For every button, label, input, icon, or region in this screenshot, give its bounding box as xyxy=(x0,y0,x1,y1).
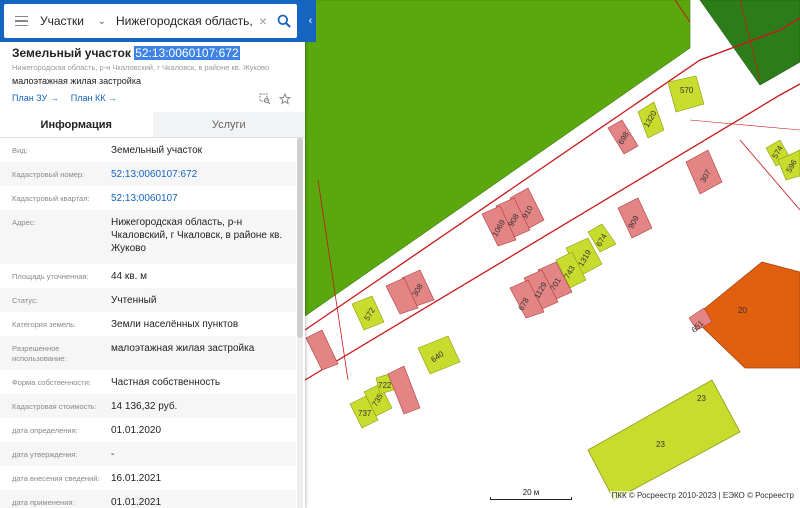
info-panel: Участки ⌄ × ‹ Земельный участок 52:13:00… xyxy=(0,0,316,508)
info-row: Кадастровый номер: 52:13:0060107:672 xyxy=(0,162,296,186)
scrollbar-thumb[interactable] xyxy=(297,138,303,338)
object-type-title: Земельный участок xyxy=(12,46,131,60)
collapse-panel-button[interactable]: ‹ xyxy=(305,0,316,42)
search-box: Участки ⌄ × xyxy=(4,4,297,38)
cadastral-number-highlight[interactable]: 52:13:0060107:672 xyxy=(134,46,240,60)
info-value: 44 кв. м xyxy=(111,271,148,282)
info-label: Площадь уточненная: xyxy=(12,272,89,281)
info-value: Нижегородская область, р-н Чкаловский, г… xyxy=(111,217,283,254)
info-label: Кадастровая стоимость: xyxy=(12,402,97,411)
object-address: Нижегородская область, р-н Чкаловский, г… xyxy=(12,63,270,72)
info-row: дата внесения сведений: 16.01.2021 xyxy=(0,466,296,490)
green-zone[interactable] xyxy=(300,0,691,317)
info-row: дата определения: 01.01.2020 xyxy=(0,418,296,442)
info-row: Кадастровый квартал: 52:13:0060107 xyxy=(0,186,296,210)
info-label: Разрешенное использование: xyxy=(12,344,67,363)
plan-links: План ЗУ → План КК → xyxy=(12,93,293,103)
info-row: Форма собственности: Частная собственнос… xyxy=(0,370,296,394)
info-row: Разрешенное использование: малоэтажная ж… xyxy=(0,336,296,370)
info-value: 01.01.2021 xyxy=(111,497,162,508)
info-row: Вид: Земельный участок xyxy=(0,138,296,162)
info-label: Категория земель: xyxy=(12,320,77,329)
info-table: Вид: Земельный участок Кадастровый номер… xyxy=(0,138,296,508)
info-value: 14 136,32 руб. xyxy=(111,401,178,412)
menu-icon[interactable] xyxy=(4,4,38,38)
dark-green-zone[interactable] xyxy=(699,0,800,86)
search-icon[interactable] xyxy=(271,4,297,38)
layer-select[interactable]: Участки ⌄ xyxy=(38,4,110,38)
info-value: Учтенный xyxy=(111,295,157,306)
info-value: Частная собственность xyxy=(111,377,221,388)
info-label: дата внесения сведений: xyxy=(12,474,100,483)
boundary-line xyxy=(689,119,800,131)
info-value: - xyxy=(111,449,115,460)
info-label: Кадастровый квартал: xyxy=(12,194,90,203)
parcel-label: 570 xyxy=(680,86,694,95)
info-label: дата применения: xyxy=(12,498,75,507)
plan-kk-link[interactable]: План КК → xyxy=(71,93,117,103)
info-label: Кадастровый номер: xyxy=(12,170,85,179)
plan-zu-link[interactable]: План ЗУ → xyxy=(12,93,59,103)
search-bar: Участки ⌄ × xyxy=(0,0,305,42)
info-label: Форма собственности: xyxy=(12,378,91,387)
info-label: Вид: xyxy=(12,146,28,155)
object-header: Земельный участок 52:13:0060107:672 Ниже… xyxy=(0,42,305,112)
search-input[interactable] xyxy=(110,4,255,38)
info-label: дата утверждения: xyxy=(12,450,78,459)
info-row: Адрес: Нижегородская область, р-н Чкалов… xyxy=(0,210,296,264)
info-value: 01.01.2020 xyxy=(111,425,162,436)
panel-tabs: Информация Услуги xyxy=(0,112,305,138)
parcel-label: 20 xyxy=(738,306,747,315)
clear-icon[interactable]: × xyxy=(255,13,271,29)
info-row: Статус: Учтенный xyxy=(0,288,296,312)
info-value: 16.01.2021 xyxy=(111,473,162,484)
tab-services[interactable]: Услуги xyxy=(152,112,305,137)
header-icons xyxy=(259,92,292,110)
object-use: малоэтажная жилая застройка xyxy=(12,76,141,86)
info-label: дата определения: xyxy=(12,426,78,435)
parcel-label: 737 xyxy=(358,409,372,418)
parcel-343[interactable] xyxy=(305,329,339,371)
info-value: малоэтажная жилая застройка xyxy=(111,343,255,354)
cadastral-quarter-link[interactable]: 52:13:0060107 xyxy=(111,186,296,210)
info-row: Кадастровая стоимость: 14 136,32 руб. xyxy=(0,394,296,418)
scale-bar-line xyxy=(490,497,572,500)
panel-scrollbar[interactable] xyxy=(297,138,303,508)
parcel-label: 23 xyxy=(656,440,665,449)
parcel-20[interactable] xyxy=(692,261,800,369)
info-row: дата применения: 01.01.2021 xyxy=(0,490,296,508)
tab-information[interactable]: Информация xyxy=(0,112,153,137)
info-value: Земли населённых пунктов xyxy=(111,319,239,330)
cadastral-number-link[interactable]: 52:13:0060107:672 xyxy=(111,162,296,186)
info-value: Земельный участок xyxy=(111,145,203,156)
parcel-label: 722 xyxy=(378,381,392,390)
object-title: Земельный участок 52:13:0060107:672 xyxy=(12,46,293,60)
parcel-label: 23 xyxy=(697,394,706,403)
info-row: Категория земель: Земли населённых пункт… xyxy=(0,312,296,336)
chevron-down-icon: ⌄ xyxy=(97,15,106,27)
info-row: дата утверждения: - xyxy=(0,442,296,466)
favorite-star-icon[interactable] xyxy=(278,92,292,110)
zoom-to-object-icon[interactable] xyxy=(259,92,271,110)
copyright: ПКК © Росреестр 2010-2023 | ЕЭКО © Росре… xyxy=(609,491,796,500)
scale-label: 20 м xyxy=(522,488,540,497)
scale-bar: 20 м xyxy=(490,488,572,500)
info-label: Адрес: xyxy=(12,218,36,227)
info-row: Площадь уточненная: 44 кв. м xyxy=(0,264,296,288)
layer-select-value: Участки xyxy=(40,14,84,28)
info-label: Статус: xyxy=(12,296,38,305)
